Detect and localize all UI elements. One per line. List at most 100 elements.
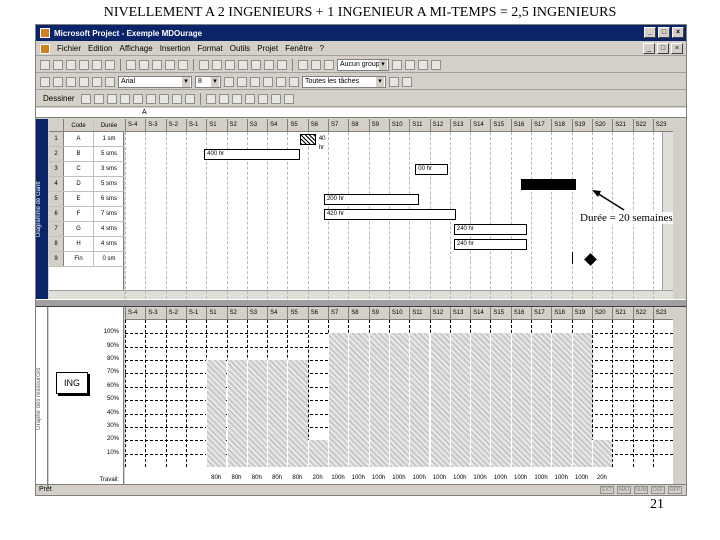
bold-icon[interactable] [224, 76, 234, 87]
autofilter-icon[interactable] [389, 76, 399, 87]
font-combo[interactable]: Arial [118, 75, 192, 88]
split-icon[interactable] [238, 59, 248, 70]
network-view-icon[interactable] [218, 93, 229, 104]
task-duration[interactable]: 4 sms [94, 222, 124, 236]
view-bar-top[interactable]: Diagramme de Gantt [36, 119, 48, 299]
task-row[interactable]: 1 A 1 sm [49, 132, 124, 147]
task-code[interactable]: B [64, 147, 94, 161]
menu-outils[interactable]: Outils [230, 44, 250, 53]
print-icon[interactable] [79, 59, 89, 70]
link-icon[interactable] [212, 59, 222, 70]
filter-combo[interactable]: Toutes les tâches [302, 75, 386, 88]
hyperlink-icon[interactable] [199, 59, 209, 70]
cut-icon[interactable] [126, 59, 136, 70]
text-box-icon[interactable] [158, 93, 169, 104]
task-row[interactable]: 2 B 5 sms [49, 147, 124, 162]
doc-icon[interactable] [40, 43, 50, 54]
resource-sheet-icon[interactable] [244, 93, 255, 104]
help-icon[interactable] [431, 59, 441, 70]
gantt-bar[interactable]: 240 hr [453, 224, 527, 235]
header-code[interactable]: Code [64, 119, 94, 131]
task-duration[interactable]: 5 sms [94, 177, 124, 191]
task-code[interactable]: H [64, 237, 94, 251]
assign-resources-icon[interactable] [277, 59, 287, 70]
task-code[interactable]: C [64, 162, 94, 176]
gantt-horizontal-scrollbar[interactable] [125, 290, 673, 299]
milestone-diamond[interactable] [583, 253, 597, 266]
view-bar-bottom[interactable]: Graphe des ressources [36, 307, 48, 485]
view-bar-gantt[interactable]: Diagramme de Gantt [36, 119, 48, 299]
plus-icon[interactable] [66, 76, 76, 87]
font-size-combo[interactable]: 8 [195, 75, 221, 88]
gantt-bar[interactable]: 420 hr [323, 209, 456, 220]
maximize-button[interactable]: □ [658, 27, 670, 38]
task-code[interactable]: Fin [64, 252, 94, 266]
menu-projet[interactable]: Projet [257, 44, 278, 53]
task-row[interactable]: 8 H 4 sms [49, 237, 124, 252]
copy-picture-icon[interactable] [298, 59, 308, 70]
resource-usage-icon[interactable] [283, 93, 294, 104]
menu-insertion[interactable]: Insertion [160, 44, 191, 53]
task-row[interactable]: 5 E 6 sms [49, 192, 124, 207]
menu-edition[interactable]: Edition [88, 44, 112, 53]
task-code[interactable]: G [64, 222, 94, 236]
draw-menu[interactable]: Dessiner [40, 94, 78, 103]
task-row[interactable]: 7 G 4 sms [49, 222, 124, 237]
task-duration[interactable]: 6 sms [94, 192, 124, 206]
oval-icon[interactable] [119, 93, 130, 104]
pane-splitter[interactable] [36, 299, 686, 307]
task-duration[interactable]: 3 sms [94, 162, 124, 176]
menu-fichier[interactable]: Fichier [57, 44, 81, 53]
italic-icon[interactable] [237, 76, 247, 87]
task-code[interactable]: E [64, 192, 94, 206]
format-painter-icon[interactable] [165, 59, 175, 70]
entry-bar[interactable]: A [36, 108, 686, 118]
gantt-bar[interactable]: 240 hr [453, 239, 527, 250]
task-row[interactable]: 3 C 3 sms [49, 162, 124, 177]
calendar-view-icon[interactable] [231, 93, 242, 104]
task-row[interactable]: 6 F 7 sms [49, 207, 124, 222]
new-icon[interactable] [40, 59, 50, 70]
header-duration[interactable]: Durée [94, 119, 124, 131]
undo-icon[interactable] [178, 59, 188, 70]
align-right-icon[interactable] [289, 76, 299, 87]
doc-close-button[interactable]: × [671, 43, 683, 54]
task-row[interactable]: 9 Fin 0 sm [49, 252, 124, 267]
rectangle-icon[interactable] [106, 93, 117, 104]
menu-affichage[interactable]: Affichage [119, 44, 152, 53]
gantt-vertical-scrollbar[interactable] [662, 132, 673, 290]
doc-restore-button[interactable]: □ [657, 43, 669, 54]
zoom-in-icon[interactable] [392, 59, 402, 70]
task-duration[interactable]: 0 sm [94, 252, 124, 266]
underline-icon[interactable] [250, 76, 260, 87]
task-duration[interactable]: 5 sms [94, 147, 124, 161]
minimize-button[interactable]: _ [644, 27, 656, 38]
align-left-icon[interactable] [263, 76, 273, 87]
gantt-wizard-icon[interactable] [402, 76, 412, 87]
arc-icon[interactable] [132, 93, 143, 104]
align-center-icon[interactable] [276, 76, 286, 87]
menu-format[interactable]: Format [197, 44, 222, 53]
minus-icon[interactable] [79, 76, 89, 87]
publish-icon[interactable] [311, 59, 321, 70]
doc-minimize-button[interactable]: _ [643, 43, 655, 54]
polygon-icon[interactable] [145, 93, 156, 104]
show-all-icon[interactable] [92, 76, 102, 87]
show-icon[interactable] [105, 76, 115, 87]
indent-icon[interactable] [53, 76, 63, 87]
gantt-bar[interactable]: 400 hr [204, 149, 300, 160]
arrow-icon[interactable] [93, 93, 104, 104]
menu-fenetre[interactable]: Fenêtre [285, 44, 313, 53]
table-horizontal-scrollbar[interactable] [49, 290, 124, 299]
zoom-out-icon[interactable] [405, 59, 415, 70]
gantt-bar[interactable]: 00 hr [415, 164, 448, 175]
task-code[interactable]: A [64, 132, 94, 146]
task-duration[interactable]: 7 sms [94, 207, 124, 221]
copy-icon[interactable] [139, 59, 149, 70]
task-usage-icon[interactable] [270, 93, 281, 104]
gantt-bar[interactable]: 40 hr [299, 134, 326, 153]
goto-task-icon[interactable] [418, 59, 428, 70]
menu-help[interactable]: ? [320, 44, 324, 53]
task-code[interactable]: F [64, 207, 94, 221]
resource-graph-icon[interactable] [257, 93, 268, 104]
